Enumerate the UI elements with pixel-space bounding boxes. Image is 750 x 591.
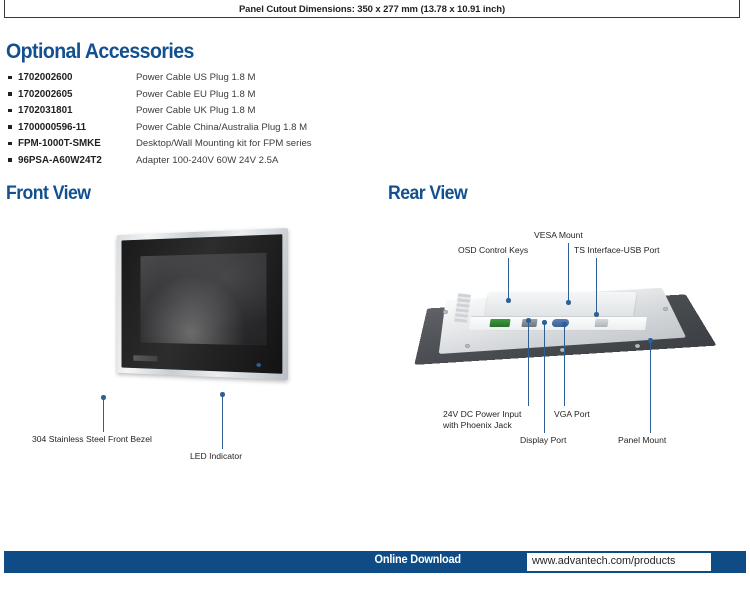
usb-port-connector bbox=[594, 319, 609, 327]
callout-dot-ts-interface-usb bbox=[594, 312, 599, 317]
accessory-part-number: 1702002600 bbox=[18, 72, 73, 83]
callout-dot-osd-control-keys bbox=[506, 298, 511, 303]
callout-line-power-input bbox=[528, 322, 530, 406]
callout-label-osd-control-keys: OSD Control Keys bbox=[458, 245, 529, 255]
accessory-description: Power Cable UK Plug 1.8 M bbox=[136, 105, 256, 116]
callout-line-vga-port bbox=[564, 326, 566, 406]
callout-line-ts-interface-usb bbox=[596, 258, 598, 314]
accessory-row: FPM-1000T-SMKE Desktop/Wall Mounting kit… bbox=[8, 136, 368, 153]
callout-label-display-port: Display Port bbox=[520, 435, 567, 445]
accessory-row: 1700000596-11 Power Cable China/Australi… bbox=[8, 120, 368, 137]
accessory-part-number: 1702002605 bbox=[18, 88, 73, 100]
accessory-row: 1702002605 Power Cable EU Plug 1.8 M bbox=[8, 87, 368, 104]
accessory-description: Adapter 100-240V 60W 24V 2.5A bbox=[136, 154, 279, 166]
led-indicator-light bbox=[256, 363, 262, 368]
online-download-url[interactable]: www.advantech.com/products bbox=[532, 555, 675, 567]
io-port-band bbox=[469, 316, 647, 330]
rear-view-product-image bbox=[414, 272, 720, 397]
mount-screw-icon bbox=[443, 310, 448, 314]
callout-line-front-bezel bbox=[103, 398, 105, 432]
callout-label-panel-mount: Panel Mount bbox=[618, 435, 667, 445]
accessory-part-number: FPM-1000T-SMKE bbox=[18, 138, 101, 149]
panel-cutout-dimensions-text: Panel Cutout Dimensions: 350 x 277 mm (1… bbox=[238, 4, 506, 15]
section-heading-front-view: Front View bbox=[6, 183, 91, 204]
callout-label-led-indicator: LED Indicator bbox=[190, 451, 243, 461]
mount-screw-icon bbox=[663, 307, 668, 311]
optional-accessories-list: 1702002600 Power Cable US Plug 1.8 M 170… bbox=[8, 70, 368, 169]
bullet-icon bbox=[8, 87, 18, 101]
accessory-description: Desktop/Wall Mounting kit for FPM series bbox=[136, 138, 312, 149]
accessory-part-number: 1700000596-11 bbox=[18, 121, 87, 133]
bullet-icon bbox=[8, 120, 18, 134]
online-download-label: Online Download bbox=[374, 554, 462, 566]
bullet-icon bbox=[8, 70, 18, 84]
callout-dot-vesa-mount bbox=[566, 300, 571, 305]
accessory-part-number: 1702031801 bbox=[18, 105, 73, 116]
mount-screw-icon bbox=[465, 344, 470, 348]
front-black-frame bbox=[121, 234, 283, 374]
section-heading-rear-view: Rear View bbox=[388, 183, 468, 204]
callout-label-power-input-line2: with Phoenix Jack bbox=[443, 419, 512, 430]
display-screen bbox=[140, 252, 267, 346]
callout-label-vga-port: VGA Port bbox=[554, 409, 590, 419]
callout-line-osd-control-keys bbox=[508, 258, 510, 300]
callout-line-display-port bbox=[544, 324, 546, 433]
mount-screw-icon bbox=[635, 344, 640, 348]
accessory-part-number: 96PSA-A60W24T2 bbox=[18, 154, 102, 166]
callout-label-front-bezel: 304 Stainless Steel Front Bezel bbox=[32, 434, 152, 444]
accessory-description: Power Cable US Plug 1.8 M bbox=[136, 72, 256, 83]
brand-logo bbox=[133, 355, 158, 362]
accessory-row: 1702031801 Power Cable UK Plug 1.8 M bbox=[8, 103, 368, 120]
section-heading-optional-accessories: Optional Accessories bbox=[6, 40, 194, 63]
bullet-icon bbox=[8, 103, 18, 117]
stainless-steel-bezel bbox=[116, 228, 288, 380]
accessory-description: Power Cable China/Australia Plug 1.8 M bbox=[136, 121, 308, 133]
phoenix-power-connector bbox=[489, 319, 511, 327]
accessory-description: Power Cable EU Plug 1.8 M bbox=[136, 88, 256, 100]
accessory-row: 1702002600 Power Cable US Plug 1.8 M bbox=[8, 70, 368, 87]
callout-label-power-input: 24V DC Power Input with Phoenix Jack bbox=[443, 409, 521, 430]
panel-cutout-spec-box: Panel Cutout Dimensions: 350 x 277 mm (1… bbox=[4, 0, 740, 18]
callout-line-panel-mount bbox=[650, 342, 652, 433]
bullet-icon bbox=[8, 153, 18, 167]
callout-label-vesa-mount: VESA Mount bbox=[534, 230, 583, 240]
callout-label-power-input-line1: 24V DC Power Input bbox=[443, 409, 522, 419]
callout-label-ts-interface-usb: TS Interface-USB Port bbox=[574, 245, 660, 255]
vga-port-connector bbox=[551, 319, 570, 327]
accessory-row: 96PSA-A60W24T2 Adapter 100-240V 60W 24V … bbox=[8, 153, 368, 170]
front-view-product-image bbox=[60, 222, 290, 402]
callout-line-led-indicator bbox=[222, 395, 224, 449]
callout-line-vesa-mount bbox=[568, 243, 570, 302]
bullet-icon bbox=[8, 136, 18, 150]
